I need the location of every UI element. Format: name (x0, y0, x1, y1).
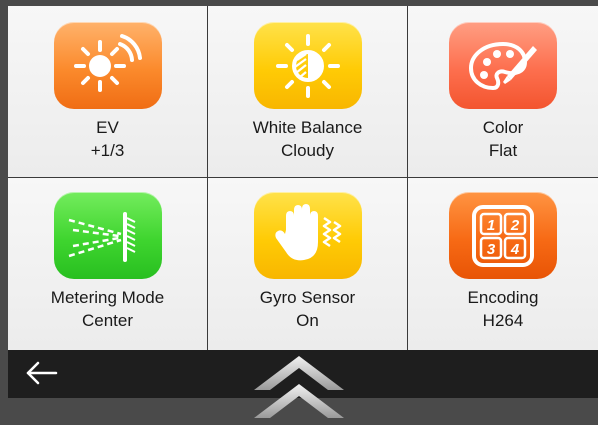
metering-icon (68, 211, 135, 262)
chevron-up-icon (254, 356, 344, 418)
ev-title: EV (96, 118, 119, 137)
encoding-cell-4: 4 (510, 241, 520, 258)
ev-value: +1/3 (90, 141, 125, 160)
encoding-label: Encoding H264 (408, 286, 598, 332)
tile-gyro-sensor[interactable]: Gyro Sensor On (208, 178, 408, 350)
gyro-icon-box (253, 192, 362, 279)
white-balance-icon-box (253, 22, 362, 109)
ev-label: EV +1/3 (8, 116, 207, 162)
tile-ev[interactable]: EV +1/3 (8, 6, 208, 178)
metering-value: Center (81, 311, 134, 330)
color-value: Flat (488, 141, 518, 160)
encoding-cell-2: 2 (510, 217, 520, 234)
white-balance-value: Cloudy (281, 141, 334, 160)
tile-color[interactable]: Color Flat (408, 6, 598, 178)
tile-white-balance[interactable]: White Balance Cloudy (208, 6, 408, 178)
back-button[interactable] (22, 356, 62, 390)
expand-button[interactable] (254, 356, 344, 420)
encoding-cell-3: 3 (487, 241, 496, 258)
metering-title: Metering Mode (50, 288, 165, 307)
encoding-value: H264 (482, 311, 524, 330)
tile-metering-mode[interactable]: Metering Mode Center (8, 178, 208, 350)
sun-exposure-icon (73, 33, 142, 92)
metering-label: Metering Mode Center (8, 286, 207, 332)
tile-encoding[interactable]: 1 2 3 4 Encoding H264 (408, 178, 598, 350)
ev-icon-box (53, 22, 162, 109)
gyro-title: Gyro Sensor (259, 288, 356, 307)
color-label: Color Flat (408, 116, 598, 162)
color-title: Color (482, 118, 524, 137)
white-balance-icon (275, 33, 340, 98)
encoding-grid-icon: 1 2 3 4 (472, 204, 534, 267)
settings-grid: EV +1/3 White Balance Cloudy Color Flat … (8, 6, 598, 350)
encoding-cell-1: 1 (487, 217, 495, 234)
back-arrow-icon (26, 361, 58, 385)
encoding-icon-box: 1 2 3 4 (449, 192, 557, 279)
settings-panel: EV +1/3 White Balance Cloudy Color Flat … (8, 6, 598, 350)
encoding-title: Encoding (467, 288, 539, 307)
gyro-hand-icon (274, 203, 341, 260)
white-balance-title: White Balance (252, 118, 363, 137)
white-balance-label: White Balance Cloudy (208, 116, 407, 162)
palette-icon (469, 41, 537, 90)
gyro-value: On (296, 311, 319, 330)
gyro-label: Gyro Sensor On (208, 286, 407, 332)
color-icon-box (449, 22, 557, 109)
metering-icon-box (53, 192, 162, 279)
